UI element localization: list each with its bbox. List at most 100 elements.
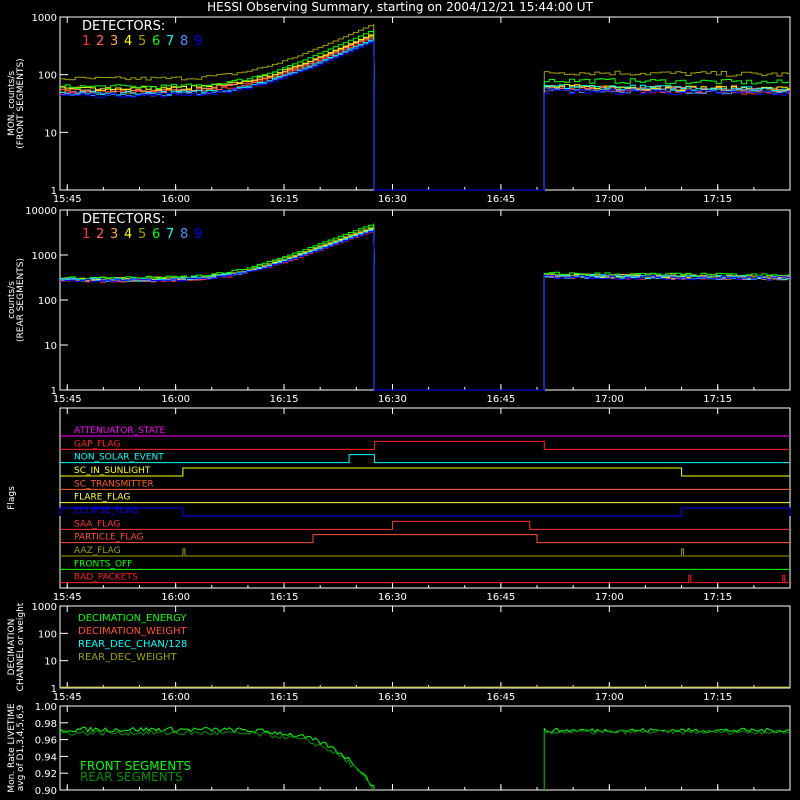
y-tick-label: 1000 (32, 602, 57, 613)
series-line-detector-9 (60, 229, 790, 391)
x-tick-label: 15:45 (53, 194, 82, 205)
series-line-detector-7 (60, 38, 790, 191)
y-tick-label: 1 (51, 386, 57, 397)
x-tick-label: 17:00 (595, 394, 624, 405)
flag-label: AAZ_FLAG (74, 546, 121, 556)
legend-detector-3: 3 (110, 34, 118, 49)
legend-detector-7: 7 (166, 34, 174, 49)
legend-detector-3: 3 (110, 227, 118, 242)
flag-label: FRONTS_OFF (74, 559, 132, 569)
flag-label: BAD_PACKETS (74, 573, 138, 583)
flag-label: NON_SOLAR_EVENT (74, 453, 164, 463)
flag-line (60, 440, 790, 450)
flag-line (60, 575, 790, 584)
x-tick-label: 16:45 (486, 692, 515, 703)
y-tick-label: 100 (38, 71, 57, 82)
series-line-detector-7 (60, 228, 790, 391)
y-axis-label: Flags (7, 486, 17, 510)
x-tick-label: 16:45 (486, 194, 515, 205)
x-tick-label: 16:45 (486, 592, 515, 603)
y-axis-label: (FRONT SEGMENTS) (16, 58, 26, 148)
flag-line (60, 520, 790, 530)
y-tick-label: 1000 (32, 251, 57, 262)
y-tick-label: 10 (44, 128, 57, 139)
flag-label: SC_IN_SUNLIGHT (74, 466, 151, 476)
plot-frame-2 (59, 407, 791, 589)
y-tick-label: 1 (51, 684, 57, 695)
flag-line (60, 534, 790, 544)
legend-detector-8: 8 (180, 34, 188, 49)
x-tick-label: 15:45 (53, 592, 82, 603)
flag-line (60, 467, 790, 477)
legend-entry: REAR SEGMENTS (80, 770, 183, 784)
series-line-detector-2 (60, 228, 790, 391)
x-tick-label: 17:15 (703, 394, 732, 405)
y-axis-label: avg of D1,3,4,5,6,9 (16, 704, 26, 791)
legend-detector-1: 1 (82, 34, 90, 49)
x-tick-label: 16:00 (161, 592, 190, 603)
legend-detector-2: 2 (96, 34, 104, 49)
y-tick-label: 10000 (25, 206, 57, 217)
y-tick-label: 100 (38, 296, 57, 307)
x-tick-label: 16:30 (378, 394, 407, 405)
x-tick-label: 16:30 (378, 592, 407, 603)
y-tick-label: 0.94 (35, 752, 57, 763)
x-tick-label: 17:15 (703, 692, 732, 703)
y-tick-label: 1.00 (35, 702, 57, 713)
legend-detector-6: 6 (152, 34, 160, 49)
legend-detector-4: 4 (124, 34, 132, 49)
y-axis-label: CHANNEL or weight (16, 602, 26, 691)
series-line-detector-3 (60, 33, 790, 191)
series-line-detector-3 (60, 227, 790, 391)
x-tick-label: 16:30 (378, 692, 407, 703)
legend-detector-8: 8 (180, 227, 188, 242)
flag-label: SC_TRANSMITTER (74, 479, 154, 489)
y-tick-label: 1000 (32, 13, 57, 24)
y-tick-label: 10 (44, 341, 57, 352)
series-line-detector-9 (60, 40, 790, 191)
legend-detector-9: 9 (194, 227, 202, 242)
y-tick-label: 0.92 (35, 769, 57, 780)
legend-entry: DECIMATION_WEIGHT (78, 626, 187, 637)
flag-label: FLARE_FLAG (74, 493, 130, 503)
series-line-detector-1 (60, 36, 790, 191)
flag-label: GAP_FLAG (74, 439, 120, 449)
flag-label: PARTICLE_FLAG (74, 533, 144, 543)
observing-summary-chart: 15:45 16:00 16:15 16:30 16:45 17:00 17:15MON. … (7, 13, 791, 797)
y-tick-label: 0.98 (35, 719, 57, 730)
series-line-detector-2 (60, 34, 790, 191)
flag-label: SAA_FLAG (74, 519, 120, 529)
flag-label: ATTENUATOR_STATE (74, 426, 166, 436)
x-tick-label: 16:45 (486, 394, 515, 405)
legend-detector-6: 6 (152, 227, 160, 242)
series-line-detector-4 (60, 226, 790, 391)
y-tick-label: 1 (51, 186, 57, 197)
flag-line (59, 507, 791, 517)
x-tick-label: 15:45 (53, 692, 82, 703)
x-tick-label: 17:00 (595, 592, 624, 603)
series-line-detector-8 (60, 39, 790, 191)
legend-entry: REAR_DEC_WEIGHT (78, 652, 177, 663)
series-line-detector-6 (60, 29, 790, 191)
legend-title: DETECTORS: (82, 19, 165, 34)
legend-detector-2: 2 (96, 227, 104, 242)
x-tick-label: 15:45 (53, 394, 82, 405)
x-tick-label: 17:00 (595, 692, 624, 703)
x-tick-label: 16:00 (161, 692, 190, 703)
x-tick-label: 17:00 (595, 194, 624, 205)
x-tick-label: 16:00 (161, 194, 190, 205)
x-tick-label: 16:15 (270, 692, 299, 703)
y-axis-label: (REAR SEGMENTS) (16, 258, 26, 342)
series-line-detector-5 (60, 225, 790, 391)
legend-detector-1: 1 (82, 227, 90, 242)
legend-entry: REAR_DEC_CHAN/128 (78, 639, 187, 650)
x-tick-label: 16:30 (378, 194, 407, 205)
legend-detector-5: 5 (138, 34, 146, 49)
x-tick-label: 17:15 (703, 194, 732, 205)
series-line-detector-6 (60, 223, 790, 391)
flag-line (60, 548, 790, 557)
legend-title: DETECTORS: (82, 212, 165, 227)
x-tick-label: 17:15 (703, 592, 732, 603)
x-tick-label: 16:15 (270, 394, 299, 405)
y-tick-label: 100 (38, 629, 57, 640)
